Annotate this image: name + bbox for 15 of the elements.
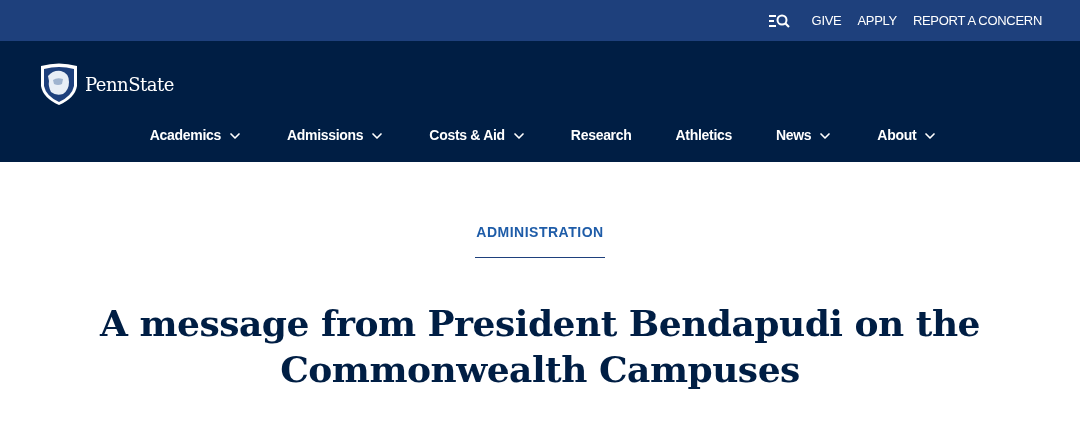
nav-item[interactable]: Academics [149, 125, 243, 146]
nav-item[interactable]: Costs & Aid [429, 125, 527, 146]
nav-item[interactable]: Athletics [675, 125, 732, 146]
utility-link[interactable]: GIVE [811, 10, 842, 31]
shield-logo-icon[interactable] [39, 62, 79, 106]
utility-link[interactable]: REPORT A CONCERN [912, 10, 1042, 31]
nav-item[interactable]: News [775, 125, 834, 146]
utility-link[interactable]: APPLY [857, 10, 897, 31]
nav-item[interactable]: About [877, 125, 939, 146]
logo-wordmark[interactable]: PennState [85, 70, 174, 98]
category-link[interactable]: ADMINISTRATION [475, 222, 605, 258]
article-title: A message from President Bendapudi on the Commonwealth Campuses [98, 301, 981, 392]
search-menu-icon[interactable] [768, 13, 790, 28]
nav-item[interactable]: Research [570, 125, 632, 146]
nav-item[interactable]: Admissions [286, 125, 386, 146]
